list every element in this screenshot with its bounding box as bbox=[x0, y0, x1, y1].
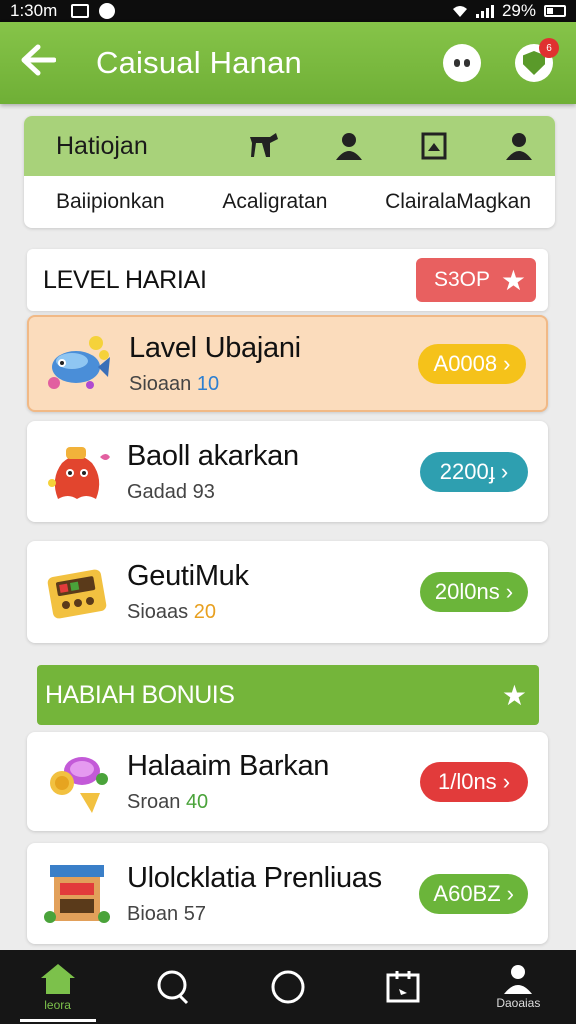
category-tab-card: Hatiojan Baiipionkan Acaligratan Clairal… bbox=[24, 116, 555, 228]
chevron-right-icon: › bbox=[500, 458, 509, 484]
item-sub-value: 93 bbox=[192, 480, 215, 503]
item-sub-value: 57 bbox=[183, 902, 206, 925]
hammer-icon[interactable] bbox=[248, 130, 280, 162]
item-button-label: 1/l0ns bbox=[437, 768, 497, 794]
battery-percent: 29% bbox=[501, 1, 536, 20]
list-item[interactable]: Baoll akarkan Gadad 93 2200ɟ › bbox=[27, 421, 548, 522]
battery-icon bbox=[544, 5, 566, 17]
bottom-navigation: leora Daoaias bbox=[0, 950, 576, 1024]
item-button-label: 2200ɟ bbox=[439, 458, 495, 484]
chevron-right-icon: › bbox=[506, 880, 514, 906]
item-action-button[interactable]: 1/l0ns › bbox=[420, 761, 528, 802]
notification-icon bbox=[99, 3, 116, 19]
item-action-button[interactable]: A60BZ › bbox=[419, 873, 528, 914]
shield-button[interactable]: 6 bbox=[515, 38, 559, 82]
page-title: Caisual Hanan bbox=[96, 45, 302, 80]
nav-wallet[interactable] bbox=[353, 950, 453, 1024]
bonus-section-header: HABIAH BONUIS ★ bbox=[37, 665, 539, 725]
tab-clairalamagkan[interactable]: ClairalaMagkan bbox=[385, 190, 531, 214]
star-icon[interactable]: ★ bbox=[502, 679, 527, 712]
wifi-icon bbox=[452, 6, 467, 17]
shop-button[interactable]: S3OP ★ bbox=[416, 258, 536, 302]
list-item[interactable]: Ulolcklatia Prenliuas Bioan 57 A60BZ › bbox=[27, 843, 548, 944]
item-button-label: 20l0ns bbox=[434, 579, 500, 604]
person-icon[interactable] bbox=[333, 130, 365, 162]
chevron-right-icon: › bbox=[503, 350, 511, 376]
chevron-right-icon: › bbox=[502, 768, 511, 794]
item-action-button[interactable]: 2200ɟ › bbox=[420, 451, 528, 492]
status-bar: 1:30m 29% bbox=[0, 0, 576, 22]
nav-profile-label: Daoaias bbox=[496, 996, 541, 1010]
circle-icon bbox=[271, 970, 305, 1004]
list-item[interactable]: Lavel Ubajani Sioaan 10 A0008 › bbox=[27, 315, 548, 412]
person-icon[interactable] bbox=[503, 130, 535, 162]
back-arrow-icon bbox=[21, 44, 57, 76]
nav-home[interactable]: leora bbox=[8, 950, 108, 1024]
item-sub-label: Bioan bbox=[127, 902, 179, 925]
item-action-button[interactable]: 20l0ns › bbox=[420, 572, 528, 612]
app-bar: Caisual Hanan 6 bbox=[0, 22, 576, 104]
chat-heart-icon bbox=[157, 970, 188, 1005]
game-console-icon bbox=[41, 556, 113, 628]
nav-home-label: leora bbox=[44, 998, 71, 1012]
shop-stall-icon bbox=[41, 858, 113, 930]
item-button-label: A60BZ bbox=[433, 880, 501, 906]
chat-button[interactable] bbox=[443, 44, 481, 82]
item-sub-label: Sroan bbox=[127, 790, 181, 813]
nav-chat[interactable] bbox=[123, 950, 223, 1024]
star-icon: ★ bbox=[500, 264, 526, 296]
tab-bar: Baiipionkan Acaligratan ClairalaMagkan bbox=[24, 176, 555, 228]
profile-icon bbox=[504, 965, 533, 994]
list-item[interactable]: Halaaim Barkan Sroan 40 1/l0ns › bbox=[27, 732, 548, 831]
item-name: GeutiMuk bbox=[127, 560, 249, 592]
status-time: 1:30m bbox=[10, 1, 58, 20]
bonus-section-title: HABIAH BONUIS bbox=[45, 680, 235, 709]
tab-header: Hatiojan bbox=[24, 116, 555, 176]
shop-label: S3OP bbox=[434, 268, 491, 291]
fish-icon bbox=[43, 328, 115, 400]
nav-circle[interactable] bbox=[238, 950, 338, 1024]
item-action-button[interactable]: A0008 › bbox=[418, 343, 526, 384]
item-sub-value: 10 bbox=[196, 372, 220, 395]
back-button[interactable] bbox=[20, 43, 70, 83]
level-section-header: LEVEL HARIAI S3OP ★ bbox=[27, 249, 548, 311]
monster-icon bbox=[41, 436, 113, 508]
item-sub-label: Sioaas bbox=[127, 601, 189, 623]
item-sub-label: Gadad bbox=[127, 480, 188, 503]
item-button-label: A0008 bbox=[433, 350, 498, 376]
tab-acaligratan[interactable]: Acaligratan bbox=[222, 190, 327, 214]
item-sub-label: Sioaan bbox=[129, 372, 192, 395]
nav-profile[interactable]: Daoaias bbox=[468, 950, 568, 1024]
list-item[interactable]: GeutiMuk Sioaas 20 20l0ns › bbox=[27, 541, 548, 643]
item-sub-value: 40 bbox=[185, 790, 209, 813]
tab-baiipionkan[interactable]: Baiipionkan bbox=[56, 190, 165, 214]
notification-badge: 6 bbox=[539, 38, 559, 58]
frame-icon[interactable] bbox=[418, 130, 450, 162]
signal-icon bbox=[475, 5, 494, 18]
chat-dot-icon bbox=[464, 59, 470, 67]
level-section-title: LEVEL HARIAI bbox=[43, 265, 207, 294]
item-sub-value: 20 bbox=[193, 601, 216, 623]
item-name: Lavel Ubajani bbox=[129, 331, 301, 364]
item-name: Ulolcklatia Prenliuas bbox=[127, 861, 382, 894]
tab-header-label: Hatiojan bbox=[56, 131, 148, 160]
home-icon bbox=[40, 964, 75, 994]
coins-icon bbox=[41, 746, 113, 818]
chevron-right-icon: › bbox=[505, 579, 514, 604]
item-name: Baoll akarkan bbox=[127, 439, 299, 472]
gallery-icon bbox=[71, 4, 90, 18]
wallet-icon bbox=[386, 971, 420, 1003]
item-name: Halaaim Barkan bbox=[127, 749, 330, 782]
chat-dot-icon bbox=[454, 59, 460, 67]
